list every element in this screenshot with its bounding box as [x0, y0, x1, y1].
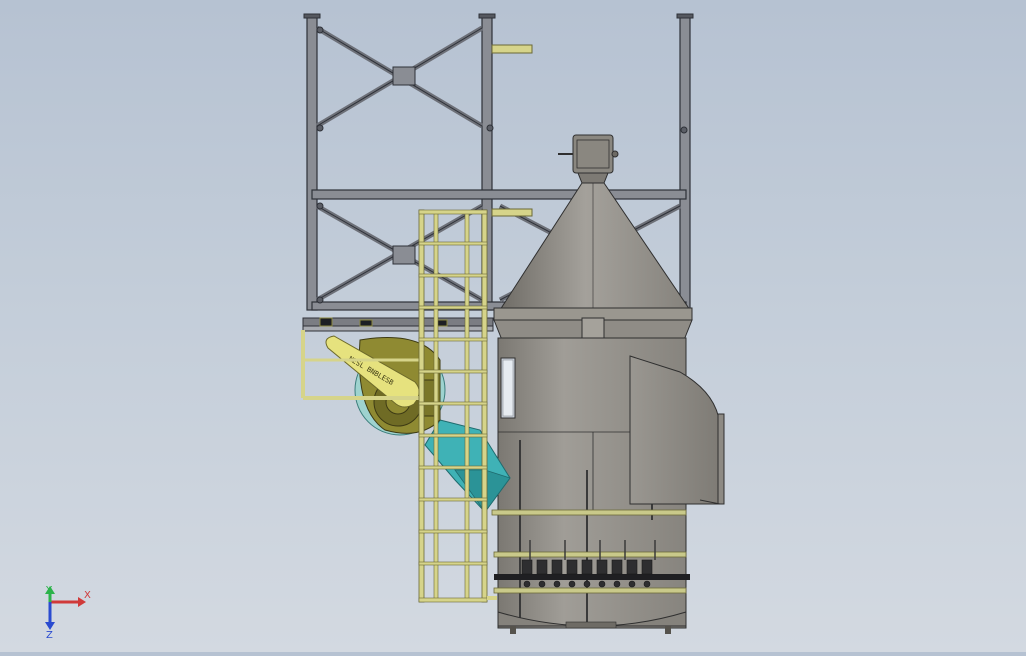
y-axis-label: Y [45, 586, 53, 596]
orientation-triad: X Y Z [36, 585, 96, 642]
cyclone-cone [493, 134, 693, 341]
assembly-model[interactable]: NESL BNBLESB [0, 0, 1026, 652]
x-axis-label: X [84, 590, 91, 601]
z-axis-label: Z [46, 630, 53, 641]
z-axis-arrow [45, 622, 55, 630]
cad-viewport[interactable]: NESL BNBLESB [0, 0, 1026, 652]
